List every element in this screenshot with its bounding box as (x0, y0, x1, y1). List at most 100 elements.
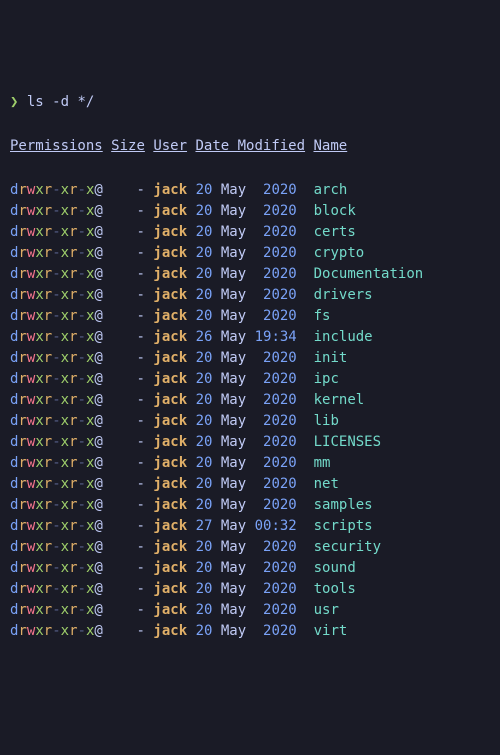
table-row: drwxr-xr-x@ - jack 20 May 2020 LICENSES (10, 432, 490, 453)
date-year: 2020 (255, 623, 297, 639)
file-name: samples (314, 497, 373, 513)
date-month: May (221, 539, 246, 555)
date-month: May (221, 203, 246, 219)
date-day: 20 (196, 245, 213, 261)
permissions-value: drwxr-xr-x@ (10, 266, 103, 282)
date-year: 2020 (255, 224, 297, 240)
file-name: sound (314, 560, 356, 576)
date-day: 20 (196, 371, 213, 387)
user-value: jack (153, 350, 187, 366)
date-year: 2020 (255, 476, 297, 492)
table-row: drwxr-xr-x@ - jack 20 May 2020 certs (10, 222, 490, 243)
permissions-value: drwxr-xr-x@ (10, 560, 103, 576)
file-name: certs (314, 224, 356, 240)
size-value: - (137, 224, 145, 240)
table-row: drwxr-xr-x@ - jack 20 May 2020 usr (10, 600, 490, 621)
permissions-value: drwxr-xr-x@ (10, 329, 103, 345)
date-month: May (221, 350, 246, 366)
size-value: - (137, 497, 145, 513)
file-name: drivers (314, 287, 373, 303)
header-permissions: Permissions (10, 138, 103, 154)
table-row: drwxr-xr-x@ - jack 20 May 2020 mm (10, 453, 490, 474)
permissions-value: drwxr-xr-x@ (10, 245, 103, 261)
size-value: - (137, 182, 145, 198)
size-value: - (137, 623, 145, 639)
user-value: jack (153, 539, 187, 555)
date-month: May (221, 287, 246, 303)
date-month: May (221, 266, 246, 282)
file-name: kernel (314, 392, 365, 408)
user-value: jack (153, 434, 187, 450)
file-name: virt (314, 623, 348, 639)
date-year: 2020 (255, 287, 297, 303)
user-value: jack (153, 476, 187, 492)
header-user: User (153, 138, 187, 154)
date-year: 2020 (255, 434, 297, 450)
date-year: 2020 (255, 308, 297, 324)
permissions-value: drwxr-xr-x@ (10, 434, 103, 450)
size-value: - (137, 350, 145, 366)
table-row: drwxr-xr-x@ - jack 20 May 2020 lib (10, 411, 490, 432)
table-row: drwxr-xr-x@ - jack 20 May 2020 samples (10, 495, 490, 516)
date-day: 20 (196, 350, 213, 366)
date-day: 20 (196, 434, 213, 450)
date-day: 20 (196, 455, 213, 471)
header-size: Size (111, 138, 145, 154)
file-name: include (314, 329, 373, 345)
date-month: May (221, 245, 246, 261)
file-name: block (314, 203, 356, 219)
date-month: May (221, 455, 246, 471)
user-value: jack (153, 308, 187, 324)
date-month: May (221, 182, 246, 198)
date-month: May (221, 308, 246, 324)
user-value: jack (153, 245, 187, 261)
size-value: - (137, 287, 145, 303)
size-value: - (137, 434, 145, 450)
date-day: 20 (196, 224, 213, 240)
user-value: jack (153, 581, 187, 597)
file-name: security (314, 539, 381, 555)
date-month: May (221, 623, 246, 639)
permissions-value: drwxr-xr-x@ (10, 413, 103, 429)
date-year: 2020 (255, 245, 297, 261)
date-year: 19:34 (255, 329, 297, 345)
user-value: jack (153, 392, 187, 408)
file-name: fs (314, 308, 331, 324)
file-name: init (314, 350, 348, 366)
table-row: drwxr-xr-x@ - jack 20 May 2020 virt (10, 621, 490, 642)
file-name: Documentation (314, 266, 424, 282)
table-row: drwxr-xr-x@ - jack 20 May 2020 drivers (10, 285, 490, 306)
permissions-value: drwxr-xr-x@ (10, 308, 103, 324)
date-year: 2020 (255, 560, 297, 576)
user-value: jack (153, 497, 187, 513)
size-value: - (137, 455, 145, 471)
table-row: drwxr-xr-x@ - jack 20 May 2020 Documenta… (10, 264, 490, 285)
size-value: - (137, 602, 145, 618)
table-row: drwxr-xr-x@ - jack 20 May 2020 fs (10, 306, 490, 327)
date-day: 20 (196, 623, 213, 639)
user-value: jack (153, 266, 187, 282)
date-day: 20 (196, 413, 213, 429)
date-month: May (221, 224, 246, 240)
date-day: 20 (196, 287, 213, 303)
prompt-symbol: ❯ (10, 94, 18, 110)
file-name: LICENSES (314, 434, 381, 450)
date-year: 2020 (255, 182, 297, 198)
permissions-value: drwxr-xr-x@ (10, 182, 103, 198)
header-row: Permissions Size User Date Modified Name (10, 136, 490, 157)
size-value: - (137, 581, 145, 597)
size-value: - (137, 392, 145, 408)
date-day: 20 (196, 266, 213, 282)
date-day: 20 (196, 182, 213, 198)
size-value: - (137, 371, 145, 387)
date-day: 20 (196, 560, 213, 576)
date-month: May (221, 476, 246, 492)
date-day: 20 (196, 203, 213, 219)
date-month: May (221, 371, 246, 387)
date-year: 2020 (255, 581, 297, 597)
user-value: jack (153, 518, 187, 534)
table-row: drwxr-xr-x@ - jack 20 May 2020 security (10, 537, 490, 558)
permissions-value: drwxr-xr-x@ (10, 518, 103, 534)
date-day: 27 (196, 518, 213, 534)
file-name: scripts (314, 518, 373, 534)
